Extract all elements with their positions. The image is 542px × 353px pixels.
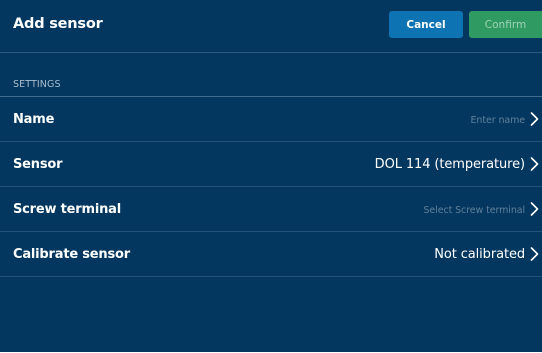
row-label-sensor: Sensor: [13, 157, 63, 172]
page-title: Add sensor: [13, 16, 103, 32]
chevron-right-icon: [530, 202, 539, 216]
row-label-calibrate-sensor: Calibrate sensor: [13, 247, 130, 262]
row-divider: [0, 276, 542, 277]
header-divider: [0, 52, 542, 53]
row-value-name: Enter name: [470, 115, 526, 126]
section-label-settings: SETTINGS: [13, 79, 61, 90]
row-label-name: Name: [13, 112, 55, 127]
add-sensor-panel: Add sensor Cancel Confirm SETTINGS Name …: [0, 0, 542, 352]
confirm-button[interactable]: Confirm: [469, 11, 542, 38]
settings-row-name[interactable]: Name Enter name: [0, 97, 542, 142]
row-value-sensor: DOL 114 (temperature): [374, 157, 525, 172]
settings-row-calibrate-sensor[interactable]: Calibrate sensor Not calibrated: [0, 232, 542, 277]
settings-row-screw-terminal[interactable]: Screw terminal Select Screw terminal: [0, 187, 542, 232]
cancel-button[interactable]: Cancel: [389, 11, 463, 38]
row-label-screw-terminal: Screw terminal: [13, 202, 121, 217]
chevron-right-icon: [530, 247, 539, 261]
chevron-right-icon: [530, 157, 539, 171]
header-bar: Add sensor Cancel Confirm: [0, 0, 542, 50]
chevron-right-icon: [530, 112, 539, 126]
settings-row-sensor[interactable]: Sensor DOL 114 (temperature): [0, 142, 542, 187]
row-value-calibrate-sensor: Not calibrated: [434, 247, 525, 262]
row-value-screw-terminal: Select Screw terminal: [423, 205, 526, 216]
